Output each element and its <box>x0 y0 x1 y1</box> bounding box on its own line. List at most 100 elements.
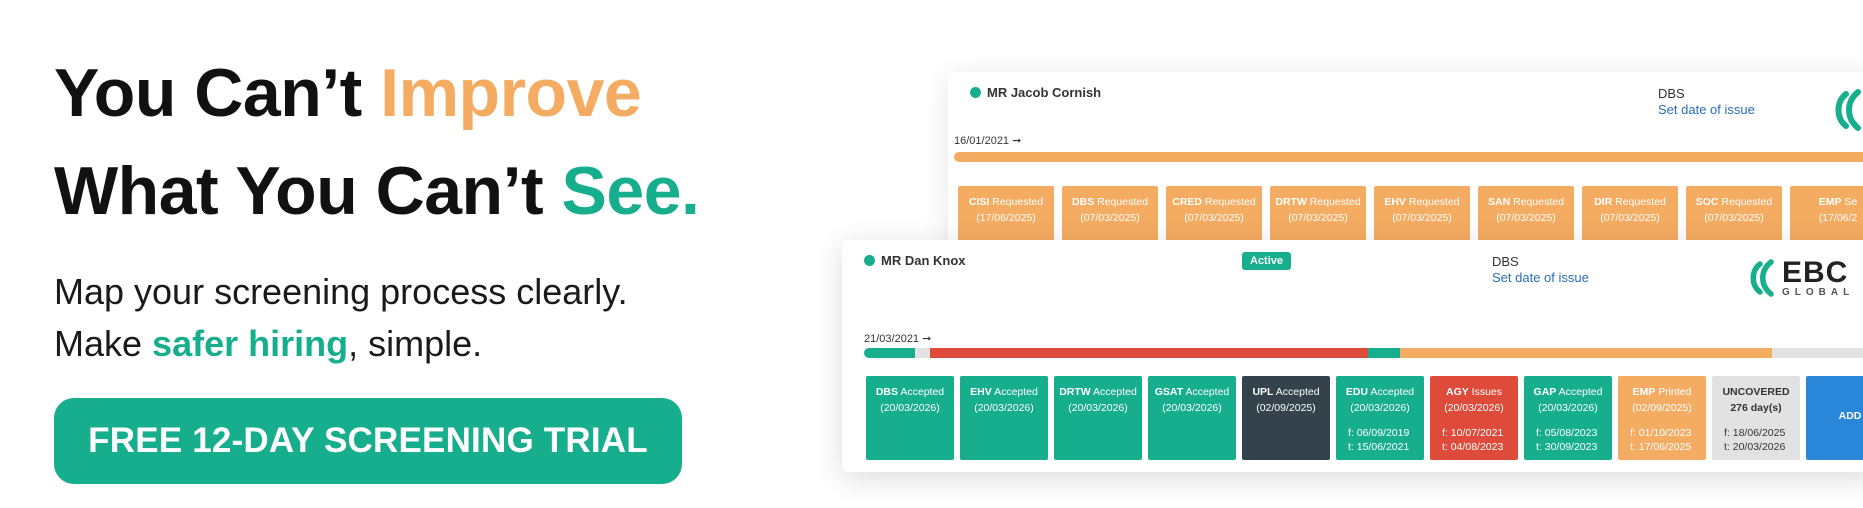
chip-status: Accepted <box>1368 386 1415 398</box>
chip-title: SAN Requested <box>1478 194 1574 210</box>
chip-title: DBS Accepted <box>866 384 954 400</box>
chip-code: CRED <box>1172 196 1203 208</box>
chip-to-date: t: 30/09/2023 <box>1536 441 1598 453</box>
chip-status: Issues <box>1468 386 1503 398</box>
chip-date: 276 day(s) <box>1730 402 1782 414</box>
chip-title: UPL Accepted <box>1242 384 1330 400</box>
chip-status: Accepted <box>898 386 945 398</box>
chip-title: GAP Accepted <box>1524 384 1612 400</box>
check-chip-agy[interactable]: AGY Issues (20/03/2026) f: 10/07/2021 t: 04… <box>1430 376 1518 460</box>
chip-date: (20/03/2026) <box>974 402 1034 414</box>
chip-to-date: t: 17/06/2025 <box>1630 441 1692 453</box>
check-chip-drtw[interactable]: DRTW Accepted (20/03/2026) <box>1054 376 1142 460</box>
chip-status: Printed <box>1655 386 1692 398</box>
dbs-label: DBS <box>1658 86 1685 101</box>
chip-code: EHV <box>1384 196 1406 208</box>
chip-range: f: 01/10/2023 t: 17/06/2025 <box>1618 426 1706 454</box>
timeline-segment <box>1772 348 1863 358</box>
ebc-logo-mark <box>1835 89 1861 131</box>
chip-from-date: f: 01/10/2023 <box>1630 427 1692 439</box>
chip-status: Requested <box>1612 196 1666 208</box>
safer-hiring-highlight: safer hiring <box>152 323 349 364</box>
chip-title: DRTW Requested <box>1270 194 1366 210</box>
check-chip-emp[interactable]: EMP Printed (02/09/2025) f: 01/10/2023 t: 1… <box>1618 376 1706 460</box>
timeline-start-date: 21/03/2021 ➞ <box>864 333 932 345</box>
chip-code: UPL <box>1252 386 1274 398</box>
chip-date: (07/03/2025) <box>1600 212 1660 224</box>
ebc-logo-icon <box>1828 88 1863 132</box>
set-date-of-issue-link[interactable]: Set date of issue <box>1492 270 1589 286</box>
chip-range: f: 06/09/2019 t: 15/06/2021 <box>1336 426 1424 454</box>
ebc-logo-icon: EBC GLOBAL <box>1744 257 1855 298</box>
dbs-label: DBS <box>1492 254 1519 269</box>
status-dot-icon <box>864 255 875 266</box>
chip-date: (02/09/2025) <box>1632 402 1692 414</box>
chip-title: EHV Requested <box>1374 194 1470 210</box>
chip-status: Accepted <box>991 386 1038 398</box>
chip-title: CRED Requested <box>1166 194 1262 210</box>
set-date-of-issue-link[interactable]: Set date of issue <box>1658 102 1755 118</box>
chip-status: Requested <box>1718 196 1773 208</box>
chip-code: CISI <box>968 196 990 208</box>
chip-status: Accepted <box>1090 386 1137 398</box>
candidate-name[interactable]: MR Jacob Cornish <box>970 85 1101 100</box>
chip-date: (17/06/2025) <box>976 212 1036 224</box>
chip-title: DBS Requested <box>1062 194 1158 210</box>
check-chip-gsat[interactable]: GSAT Accepted (20/03/2026) <box>1148 376 1236 460</box>
headline-text: You Can’t <box>54 55 381 131</box>
chip-code: DIR <box>1594 196 1613 208</box>
chip-date: (07/03/2025) <box>1392 212 1452 224</box>
chip-status: Requested <box>1405 196 1460 208</box>
chip-code: EMP <box>1818 196 1842 208</box>
timeline-segment <box>914 348 931 358</box>
timeline-segment <box>864 348 915 358</box>
chip-title: EHV Accepted <box>960 384 1048 400</box>
timeline-segment <box>1367 348 1401 358</box>
chip-code: DRTW <box>1059 386 1091 398</box>
chip-date: (20/03/2026) <box>1444 402 1504 414</box>
chip-from-date: f: 06/09/2019 <box>1348 427 1410 439</box>
timeline-bar <box>954 152 1863 162</box>
chip-date: (20/03/2026) <box>1538 402 1598 414</box>
chip-date: (07/03/2025) <box>1184 212 1244 224</box>
check-chip-uncovered[interactable]: UNCOVERED 276 day(s) f: 18/06/2025 t: 20/03… <box>1712 376 1800 460</box>
chip-date: (20/03/2026) <box>1068 402 1128 414</box>
check-chip-upl[interactable]: UPL Accepted (02/09/2025) <box>1242 376 1330 460</box>
timeline-segment <box>1400 348 1773 358</box>
hero-section: You Can’t Improve What You Can’t See. Ma… <box>54 44 774 484</box>
free-trial-button[interactable]: FREE 12-DAY SCREENING TRIAL <box>54 398 682 484</box>
sub-text: Make <box>54 323 153 364</box>
chip-title: ADD <box>1806 408 1863 424</box>
chip-range: f: 10/07/2021 t: 04/08/2023 <box>1430 426 1518 454</box>
ebc-logo-mark <box>1750 259 1774 297</box>
chip-status: Requested <box>989 196 1044 208</box>
chip-code: SAN <box>1488 196 1511 208</box>
chip-code: DBS <box>875 386 899 398</box>
check-chip-ehv[interactable]: EHV Accepted (20/03/2026) <box>960 376 1048 460</box>
check-chip-gap[interactable]: GAP Accepted (20/03/2026) f: 05/08/2023 t: … <box>1524 376 1612 460</box>
chip-status: Requested <box>1202 196 1256 208</box>
chip-range: f: 18/06/2025 t: 20/03/2026 <box>1712 426 1800 454</box>
chip-from-date: f: 18/06/2025 <box>1724 427 1786 439</box>
chip-title: SOC Requested <box>1686 194 1782 210</box>
chip-code: GSAT <box>1154 386 1184 398</box>
chip-code: GAP <box>1533 386 1557 398</box>
chip-code: SOC <box>1695 196 1719 208</box>
chip-title: CISI Requested <box>958 194 1054 210</box>
candidate-card-jacob: MR Jacob Cornish DBS Set date of issue 1… <box>948 72 1863 252</box>
chip-title: DRTW Accepted <box>1054 384 1142 400</box>
check-chip-add[interactable]: ADD <box>1806 376 1863 460</box>
chip-title: EDU Accepted <box>1336 384 1424 400</box>
chip-date: (07/03/2025) <box>1496 212 1556 224</box>
candidate-name-text: MR Jacob Cornish <box>987 85 1102 100</box>
chip-to-date: t: 15/06/2021 <box>1348 441 1410 453</box>
check-chip-edu[interactable]: EDU Accepted (20/03/2026) f: 06/09/2019 t: … <box>1336 376 1424 460</box>
chip-date: (07/03/2025) <box>1288 212 1348 224</box>
check-chip-dbs[interactable]: DBS Accepted (20/03/2026) <box>866 376 954 460</box>
chip-title: GSAT Accepted <box>1148 384 1236 400</box>
chip-code: DRTW <box>1275 196 1307 208</box>
candidate-name[interactable]: MR Dan Knox <box>864 253 966 268</box>
chip-date: (20/03/2026) <box>880 402 940 414</box>
chip-title: AGY Issues <box>1430 384 1518 400</box>
logo-subtext: GLOBAL <box>1782 286 1855 298</box>
